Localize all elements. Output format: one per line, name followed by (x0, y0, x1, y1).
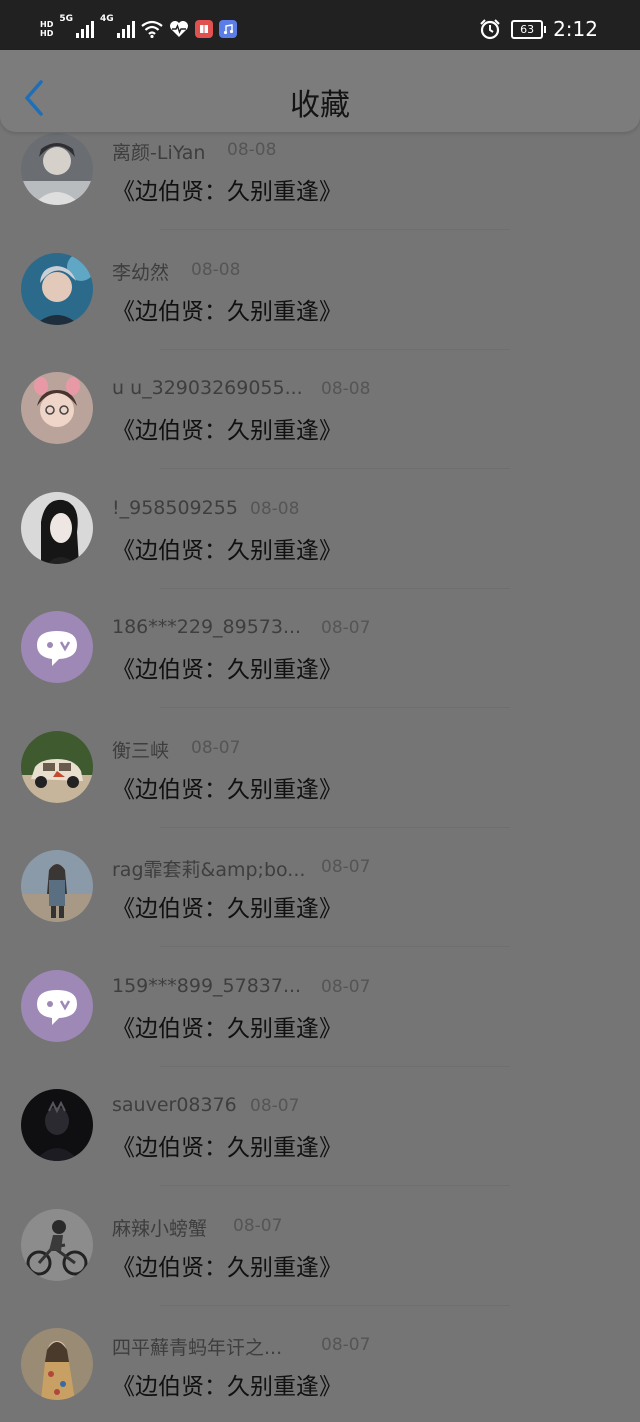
list-item[interactable]: 离颜-LiYan 08-08 《边伯贤：久别重逢》 (0, 132, 640, 252)
list-item[interactable]: 麻辣小螃蟹 08-07 《边伯贤：久别重逢》 (0, 1208, 640, 1328)
item-title[interactable]: 《边伯贤：久别重逢》 (112, 531, 342, 565)
username: 186***229_89573... (112, 616, 302, 638)
username: sauver08376 (112, 1094, 237, 1116)
avatar[interactable] (21, 1328, 93, 1400)
username: !_958509255 (112, 496, 238, 519)
battery-indicator: 63 (511, 19, 547, 39)
signal-icon-2 (116, 20, 135, 38)
hd-bottom-label: HD (40, 29, 54, 38)
divider (160, 1065, 510, 1067)
list-item[interactable]: u u_32903269055... 08-08 《边伯贤：久别重逢》 (0, 371, 640, 491)
avatar[interactable] (21, 850, 93, 922)
item-title[interactable]: 《边伯贤：久别重逢》 (112, 889, 342, 923)
favorites-list: 离颜-LiYan 08-08 《边伯贤：久别重逢》 李幼然 08-08 《边伯贤… (0, 132, 640, 1422)
signal-icon (76, 20, 94, 38)
divider (160, 1304, 510, 1306)
item-title[interactable]: 《边伯贤：久别重逢》 (112, 1248, 342, 1282)
item-title[interactable]: 《边伯贤：久别重逢》 (112, 770, 342, 804)
music-app-icon (218, 20, 237, 38)
date: 08-07 (321, 618, 371, 638)
divider (160, 348, 510, 350)
default-chat-icon[interactable] (21, 969, 93, 1042)
divider (160, 946, 510, 947)
hd-indicator: HD HD (40, 20, 53, 38)
item-title[interactable]: 《边伯贤：久别重逢》 (112, 1128, 342, 1162)
username: rag霏套莉&amp;bo... (112, 859, 306, 881)
divider (160, 707, 510, 708)
date: 08-08 (250, 498, 300, 519)
reader-app-icon (194, 20, 213, 38)
hd-top-label: HD (40, 20, 54, 29)
divider (160, 1185, 510, 1186)
list-item[interactable]: 四平蘚青蚂年讦之... 08-07 《边伯贤：久别重逢》 (0, 1327, 640, 1422)
item-title[interactable]: 《边伯贤：久别重逢》 (112, 292, 342, 326)
divider (160, 468, 510, 469)
item-title[interactable]: 《边伯贤：久别重逢》 (112, 650, 342, 684)
alarm-icon (480, 19, 500, 40)
avatar[interactable] (21, 372, 93, 444)
date: 08-07 (233, 1215, 283, 1236)
network-4g-label: 4G (100, 14, 114, 24)
avatar[interactable] (21, 252, 93, 325)
avatar[interactable] (21, 730, 93, 803)
wifi-icon (140, 20, 163, 38)
list-item[interactable]: 李幼然 08-08 《边伯贤：久别重逢》 (0, 252, 640, 372)
date: 08-08 (321, 379, 371, 399)
username: 麻辣小螃蟹 (112, 1217, 208, 1240)
date: 08-08 (191, 259, 241, 280)
list-item[interactable]: sauver08376 08-07 《边伯贤：久别重逢》 (0, 1088, 640, 1208)
list-item[interactable]: 186***229_89573... 08-07 《边伯贤：久别重逢》 (0, 610, 640, 730)
status-bar: HD HD 5G 4G 63 2:12 (0, 0, 640, 50)
username: 李幼然 (112, 261, 170, 284)
network-5g-label: 5G (59, 14, 73, 24)
list-item[interactable]: 衡三峡 08-07 《边伯贤：久别重逢》 (0, 730, 640, 850)
username: 159***899_57837... (112, 974, 302, 997)
page-title: 收藏 (290, 88, 350, 123)
date: 08-08 (227, 140, 277, 160)
nav-header: 收藏 (0, 50, 640, 132)
username: u u_32903269055... (112, 377, 303, 399)
item-title[interactable]: 《边伯贤：久别重逢》 (112, 1367, 342, 1401)
avatar[interactable] (21, 1089, 93, 1161)
list-item[interactable]: !_958509255 08-08 《边伯贤：久别重逢》 (0, 491, 640, 611)
clock: 2:12 (553, 17, 598, 41)
divider (160, 229, 510, 230)
status-right: 63 2:12 (479, 14, 598, 44)
avatar[interactable] (21, 1208, 93, 1281)
list-item[interactable]: rag霏套莉&amp;bo... 08-07 《边伯贤：久别重逢》 (0, 849, 640, 969)
item-title[interactable]: 《边伯贤：久别重逢》 (112, 411, 342, 445)
item-title[interactable]: 《边伯贤：久别重逢》 (112, 172, 342, 206)
heart-rate-icon (169, 21, 188, 37)
avatar[interactable] (21, 491, 93, 564)
username: 离颜-LiYan (112, 142, 206, 164)
status-left: HD HD 5G 4G (40, 14, 237, 44)
username: 四平蘚青蚂年讦之... (112, 1337, 283, 1359)
default-chat-icon[interactable] (21, 611, 93, 683)
item-title[interactable]: 《边伯贤：久别重逢》 (112, 1009, 342, 1043)
username: 衡三峡 (112, 739, 170, 762)
date: 08-07 (321, 976, 371, 997)
date: 08-07 (191, 737, 241, 758)
date: 08-07 (321, 1335, 371, 1355)
divider (160, 826, 510, 828)
date: 08-07 (321, 857, 371, 877)
date: 08-07 (250, 1096, 300, 1116)
avatar[interactable] (21, 133, 93, 205)
divider (160, 587, 510, 589)
list-item[interactable]: 159***899_57837... 08-07 《边伯贤：久别重逢》 (0, 969, 640, 1089)
